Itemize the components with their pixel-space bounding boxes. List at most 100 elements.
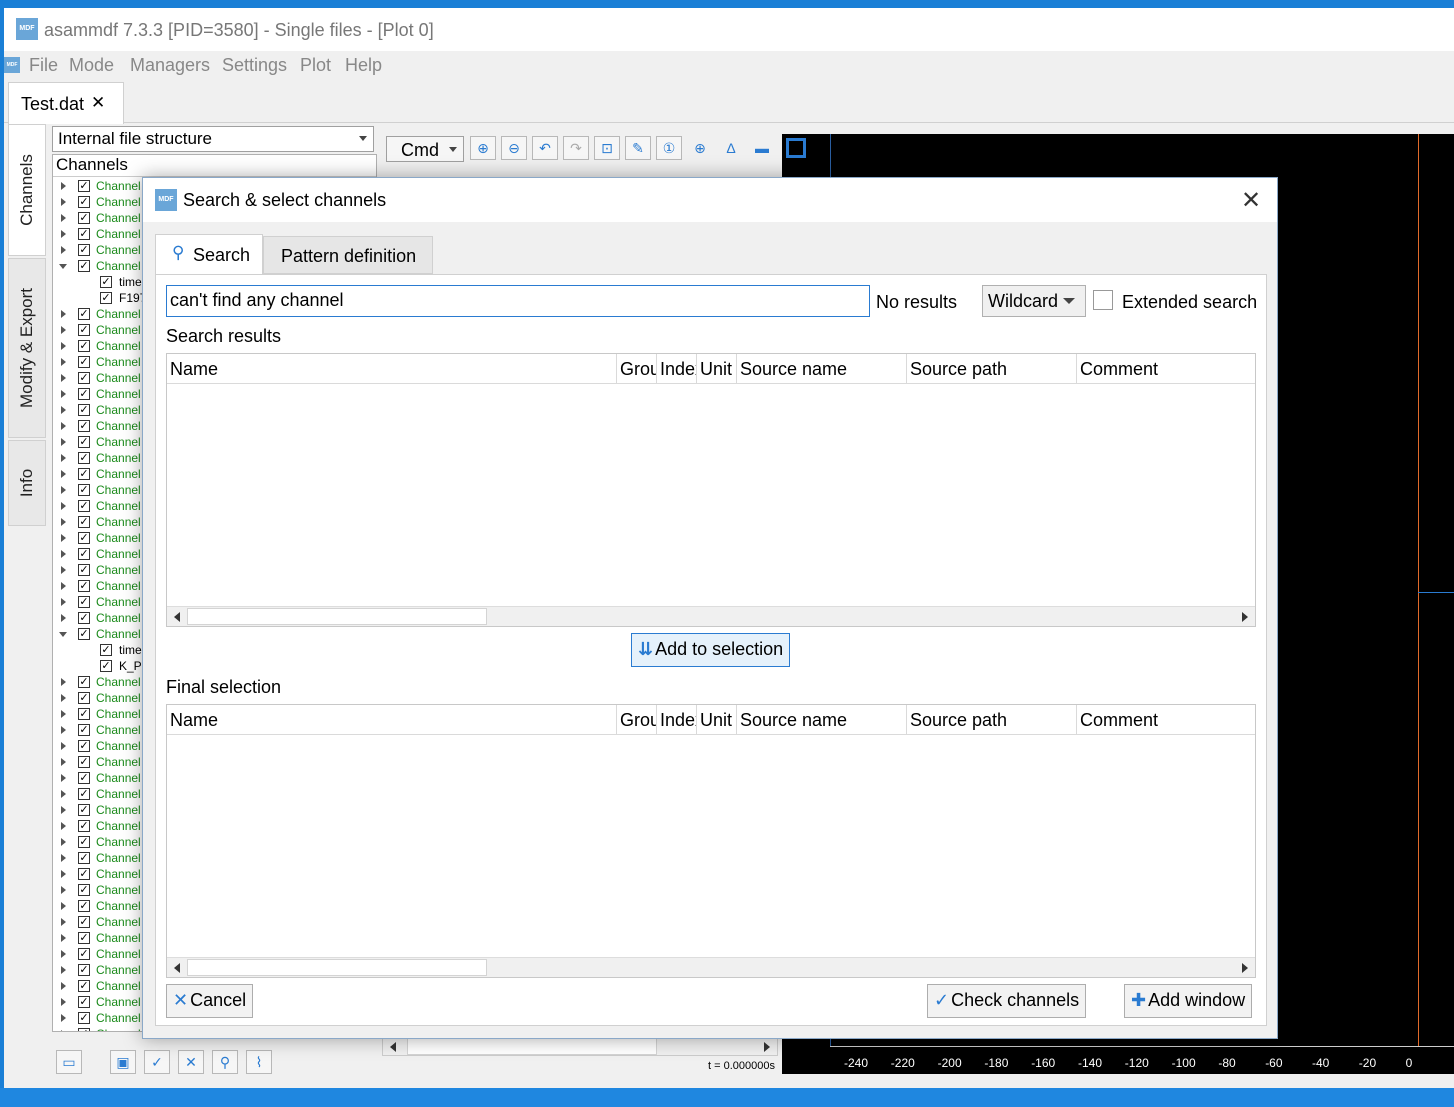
plot-side-button[interactable] xyxy=(786,138,806,158)
tree-checkbox[interactable]: ✓ xyxy=(78,820,90,832)
extended-search-checkbox[interactable] xyxy=(1093,290,1113,310)
collapsed-arrow-icon[interactable] xyxy=(61,678,66,686)
collapsed-arrow-icon[interactable] xyxy=(61,470,66,478)
tree-checkbox[interactable]: ✓ xyxy=(100,644,112,656)
collapsed-arrow-icon[interactable] xyxy=(61,726,66,734)
tree-checkbox[interactable]: ✓ xyxy=(78,468,90,480)
column-index[interactable]: Index xyxy=(657,354,697,384)
collapsed-arrow-icon[interactable] xyxy=(61,182,66,190)
collapsed-arrow-icon[interactable] xyxy=(61,710,66,718)
file-tab[interactable]: Test.dat ✕ xyxy=(8,82,124,124)
plot-hscroll[interactable] xyxy=(382,1036,778,1056)
tree-checkbox[interactable]: ✓ xyxy=(100,292,112,304)
menu-file[interactable]: File xyxy=(29,55,58,76)
collapsed-arrow-icon[interactable] xyxy=(61,694,66,702)
tree-checkbox[interactable]: ✓ xyxy=(78,532,90,544)
collapsed-arrow-icon[interactable] xyxy=(61,246,66,254)
tree-checkbox[interactable]: ✓ xyxy=(78,228,90,240)
tree-checkbox[interactable]: ✓ xyxy=(78,260,90,272)
tree-checkbox[interactable]: ✓ xyxy=(78,500,90,512)
search-results-hscroll[interactable] xyxy=(167,606,1255,626)
scroll-left-icon[interactable] xyxy=(390,1042,396,1052)
cursor-line[interactable] xyxy=(1418,134,1419,1046)
collapsed-arrow-icon[interactable] xyxy=(61,502,66,510)
collapsed-arrow-icon[interactable] xyxy=(61,326,66,334)
collapsed-arrow-icon[interactable] xyxy=(61,406,66,414)
close-tab-icon[interactable]: ✕ xyxy=(91,93,105,113)
collapsed-arrow-icon[interactable] xyxy=(61,822,66,830)
column-comment[interactable]: Comment xyxy=(1077,354,1257,384)
tree-checkbox[interactable]: ✓ xyxy=(78,996,90,1008)
cursor-one-icon[interactable]: ① xyxy=(656,136,682,160)
tree-checkbox[interactable]: ✓ xyxy=(78,196,90,208)
menu-help[interactable]: Help xyxy=(345,55,382,76)
tree-checkbox[interactable]: ✓ xyxy=(78,628,90,640)
collapsed-arrow-icon[interactable] xyxy=(61,454,66,462)
tree-checkbox[interactable]: ✓ xyxy=(78,676,90,688)
column-name[interactable]: Name xyxy=(167,354,617,384)
collapsed-arrow-icon[interactable] xyxy=(61,950,66,958)
tree-checkbox[interactable]: ✓ xyxy=(78,836,90,848)
menu-settings[interactable]: Settings xyxy=(222,55,287,76)
tree-checkbox[interactable]: ✓ xyxy=(78,516,90,528)
final-selection-hscroll[interactable] xyxy=(167,957,1255,977)
collapsed-arrow-icon[interactable] xyxy=(61,902,66,910)
redo-icon[interactable]: ↷ xyxy=(563,136,589,160)
tree-checkbox[interactable]: ✓ xyxy=(78,484,90,496)
scroll-thumb[interactable] xyxy=(187,608,487,625)
search-results-table[interactable]: Name Group Index Unit Source name Source… xyxy=(166,353,1256,627)
tree-checkbox[interactable]: ✓ xyxy=(78,964,90,976)
tree-checkbox[interactable]: ✓ xyxy=(78,452,90,464)
column-group[interactable]: Group xyxy=(617,354,657,384)
collapsed-arrow-icon[interactable] xyxy=(61,390,66,398)
tree-checkbox[interactable]: ✓ xyxy=(78,420,90,432)
scroll-left-icon[interactable] xyxy=(174,612,180,622)
collapsed-arrow-icon[interactable] xyxy=(61,566,66,574)
tree-checkbox[interactable]: ✓ xyxy=(78,740,90,752)
collapsed-arrow-icon[interactable] xyxy=(61,582,66,590)
tree-checkbox[interactable]: ✓ xyxy=(78,548,90,560)
side-tab-modify-export[interactable]: Modify & Export xyxy=(8,258,46,438)
column-name[interactable]: Name xyxy=(167,705,617,735)
collapsed-arrow-icon[interactable] xyxy=(61,342,66,350)
undo-icon[interactable]: ↶ xyxy=(532,136,558,160)
tree-checkbox[interactable]: ✓ xyxy=(100,660,112,672)
tree-checkbox[interactable]: ✓ xyxy=(78,388,90,400)
collapsed-arrow-icon[interactable] xyxy=(61,438,66,446)
collapsed-arrow-icon[interactable] xyxy=(61,886,66,894)
collapsed-arrow-icon[interactable] xyxy=(61,198,66,206)
collapsed-arrow-icon[interactable] xyxy=(61,758,66,766)
tree-checkbox[interactable]: ✓ xyxy=(78,932,90,944)
final-selection-table[interactable]: Name Group Index Unit Source name Source… xyxy=(166,704,1256,978)
delta-icon[interactable]: Δ xyxy=(718,136,744,160)
collapsed-arrow-icon[interactable] xyxy=(61,854,66,862)
tree-checkbox[interactable]: ✓ xyxy=(78,788,90,800)
column-comment[interactable]: Comment xyxy=(1077,705,1257,735)
expanded-arrow-icon[interactable] xyxy=(59,632,67,637)
add-to-selection-button[interactable]: ⇊ Add to selection xyxy=(631,633,791,667)
collapsed-arrow-icon[interactable] xyxy=(61,1030,66,1031)
search-input[interactable]: can't find any channel xyxy=(166,285,870,317)
tree-checkbox[interactable]: ✓ xyxy=(78,212,90,224)
menu-mode[interactable]: Mode xyxy=(69,55,114,76)
collapsed-arrow-icon[interactable] xyxy=(61,598,66,606)
tree-checkbox[interactable]: ✓ xyxy=(78,596,90,608)
tree-checkbox[interactable]: ✓ xyxy=(78,1012,90,1024)
tree-checkbox[interactable]: ✓ xyxy=(78,564,90,576)
column-source-path[interactable]: Source path xyxy=(907,705,1077,735)
search-icon[interactable]: ⚲ xyxy=(212,1050,238,1074)
collapsed-arrow-icon[interactable] xyxy=(61,358,66,366)
scroll-left-icon[interactable] xyxy=(174,963,180,973)
tree-checkbox[interactable]: ✓ xyxy=(78,308,90,320)
collapsed-arrow-icon[interactable] xyxy=(61,982,66,990)
collapsed-arrow-icon[interactable] xyxy=(61,230,66,238)
open-folder-icon[interactable]: ▭ xyxy=(56,1050,82,1074)
side-tab-channels[interactable]: Channels xyxy=(8,124,46,256)
uncheck-all-icon[interactable]: ✕ xyxy=(178,1050,204,1074)
column-index[interactable]: Index xyxy=(657,705,697,735)
add-window-button[interactable]: ✚ Add window xyxy=(1124,984,1253,1018)
tree-checkbox[interactable]: ✓ xyxy=(78,756,90,768)
tree-checkbox[interactable]: ✓ xyxy=(78,916,90,928)
save-icon[interactable]: ▣ xyxy=(110,1050,136,1074)
collapsed-arrow-icon[interactable] xyxy=(61,934,66,942)
